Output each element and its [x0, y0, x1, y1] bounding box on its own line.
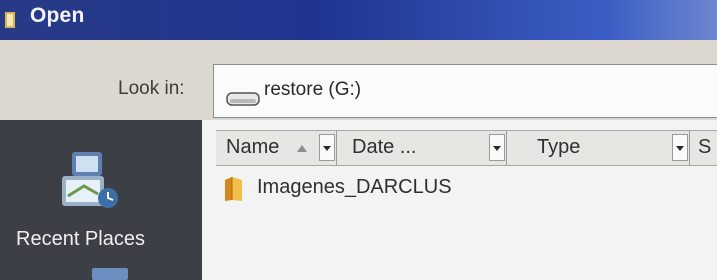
places-bar: Recent Places: [0, 120, 202, 280]
chevron-down-icon[interactable]: [672, 134, 688, 161]
chevron-down-icon[interactable]: [319, 134, 335, 161]
column-header-date[interactable]: Date ...: [337, 131, 507, 165]
desktop-icon[interactable]: [90, 266, 130, 280]
column-type-label: Type: [537, 136, 581, 158]
places-recent-item[interactable]: Recent Places: [0, 120, 202, 280]
look-in-label: Look in:: [118, 78, 185, 99]
column-header-name[interactable]: Name: [216, 131, 337, 165]
recent-places-label: Recent Places: [16, 228, 145, 250]
window-title: Open: [30, 4, 85, 27]
column-header-bar: Name Date ... Type S: [216, 130, 717, 166]
sort-ascending-icon: [297, 145, 307, 152]
column-header-size[interactable]: S: [690, 131, 717, 165]
file-list[interactable]: Name Date ... Type S Imagenes_DARCLUS: [202, 120, 717, 280]
title-bar: Open: [0, 0, 717, 40]
list-item[interactable]: Imagenes_DARCLUS: [216, 172, 576, 202]
file-name: Imagenes_DARCLUS: [257, 176, 452, 198]
look-in-value: restore (G:): [264, 79, 362, 100]
column-name-label: Name: [226, 136, 280, 158]
drive-icon: [226, 92, 260, 106]
look-in-combo[interactable]: restore (G:): [213, 64, 717, 118]
chevron-down-icon[interactable]: [489, 134, 505, 161]
dialog-icon: [5, 12, 15, 28]
column-size-label: S: [698, 136, 712, 158]
column-date-label: Date ...: [352, 136, 417, 158]
column-header-type[interactable]: Type: [507, 131, 690, 165]
folder-icon: [225, 177, 242, 201]
recent-places-icon: [62, 152, 118, 208]
